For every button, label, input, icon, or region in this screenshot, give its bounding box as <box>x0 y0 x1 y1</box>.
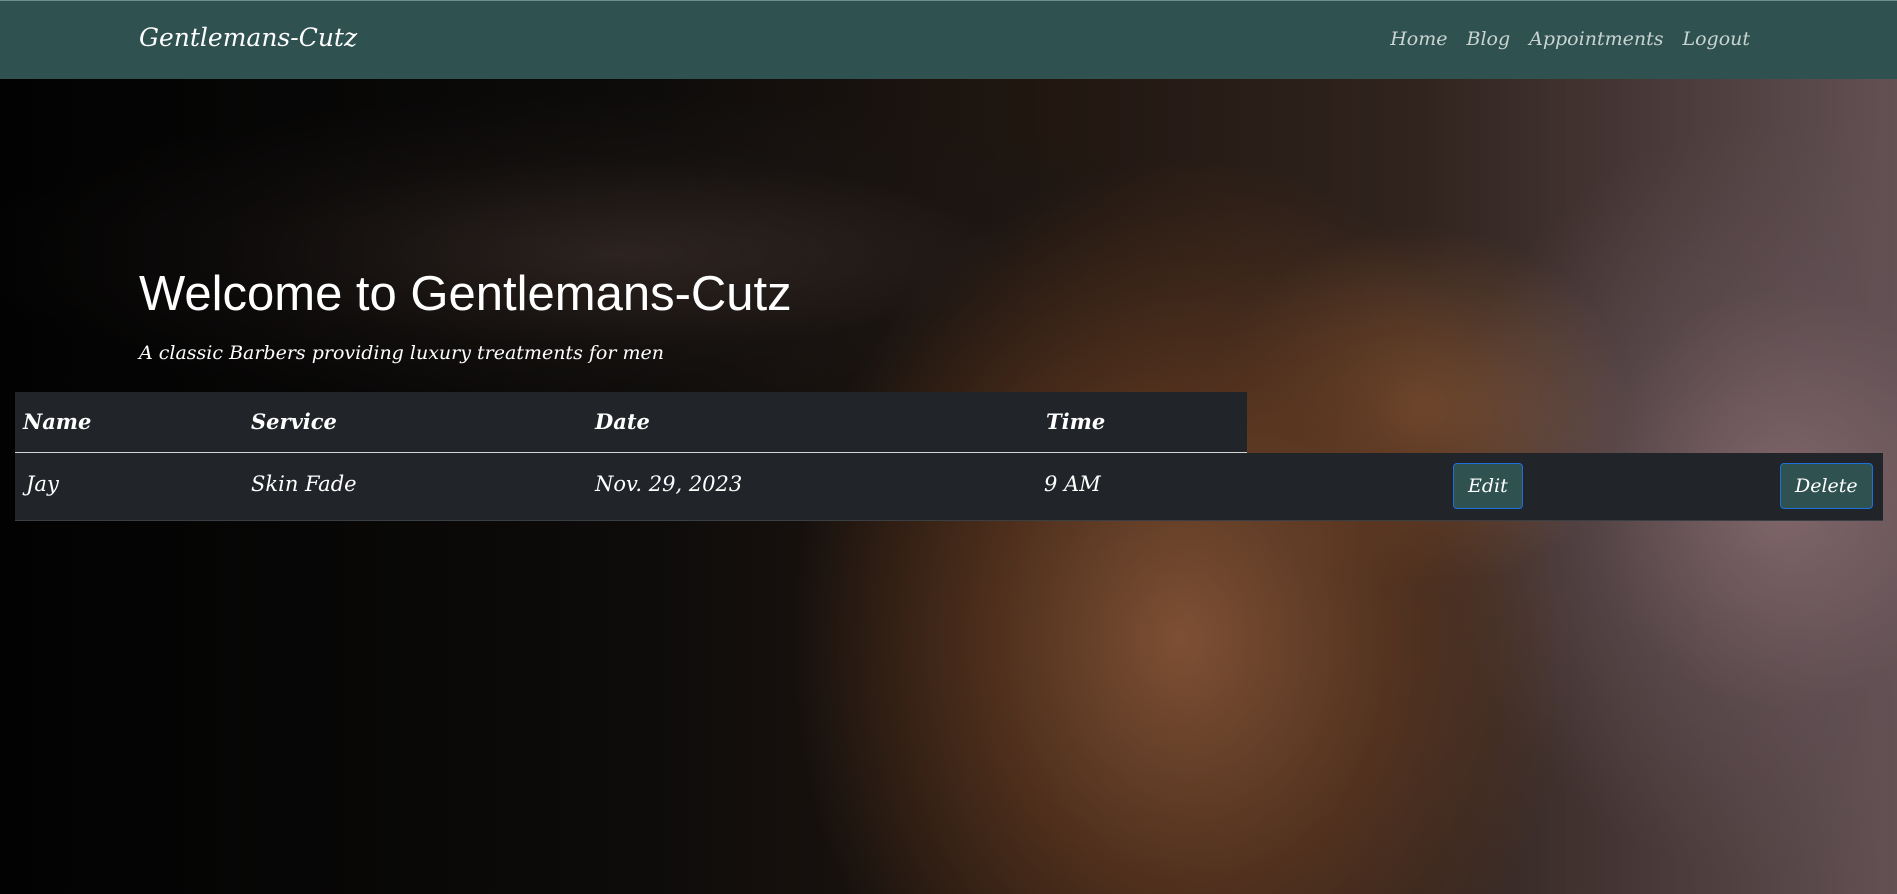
column-header-time: Time <box>1046 409 1106 434</box>
nav-link-logout[interactable]: Logout <box>1682 28 1750 50</box>
edit-button[interactable]: Edit <box>1453 463 1523 509</box>
cell-service: Skin Fade <box>251 472 357 496</box>
nav-link-home[interactable]: Home <box>1390 28 1447 50</box>
page-subtitle: A classic Barbers providing luxury treat… <box>139 342 664 364</box>
cell-time: 9 AM <box>1044 472 1101 496</box>
cell-date: Nov. 29, 2023 <box>595 472 743 496</box>
nav-link-blog[interactable]: Blog <box>1467 28 1511 50</box>
page-title: Welcome to Gentlemans-Cutz <box>139 267 792 321</box>
navbar: Gentlemans-Cutz Home Blog Appointments L… <box>0 0 1897 79</box>
page: Gentlemans-Cutz Home Blog Appointments L… <box>0 0 1897 894</box>
delete-button[interactable]: Delete <box>1780 463 1873 509</box>
column-header-name: Name <box>23 409 92 434</box>
column-header-date: Date <box>595 409 650 434</box>
nav-link-appointments[interactable]: Appointments <box>1529 28 1663 50</box>
brand-link[interactable]: Gentlemans-Cutz <box>139 23 357 52</box>
nav-links: Home Blog Appointments Logout <box>1390 28 1750 50</box>
column-header-service: Service <box>251 409 337 434</box>
cell-name: Jay <box>26 472 59 496</box>
table-row: Jay Skin Fade Nov. 29, 2023 9 AM Edit De… <box>15 453 1883 521</box>
appointments-table-header: Name Service Date Time <box>15 392 1247 453</box>
